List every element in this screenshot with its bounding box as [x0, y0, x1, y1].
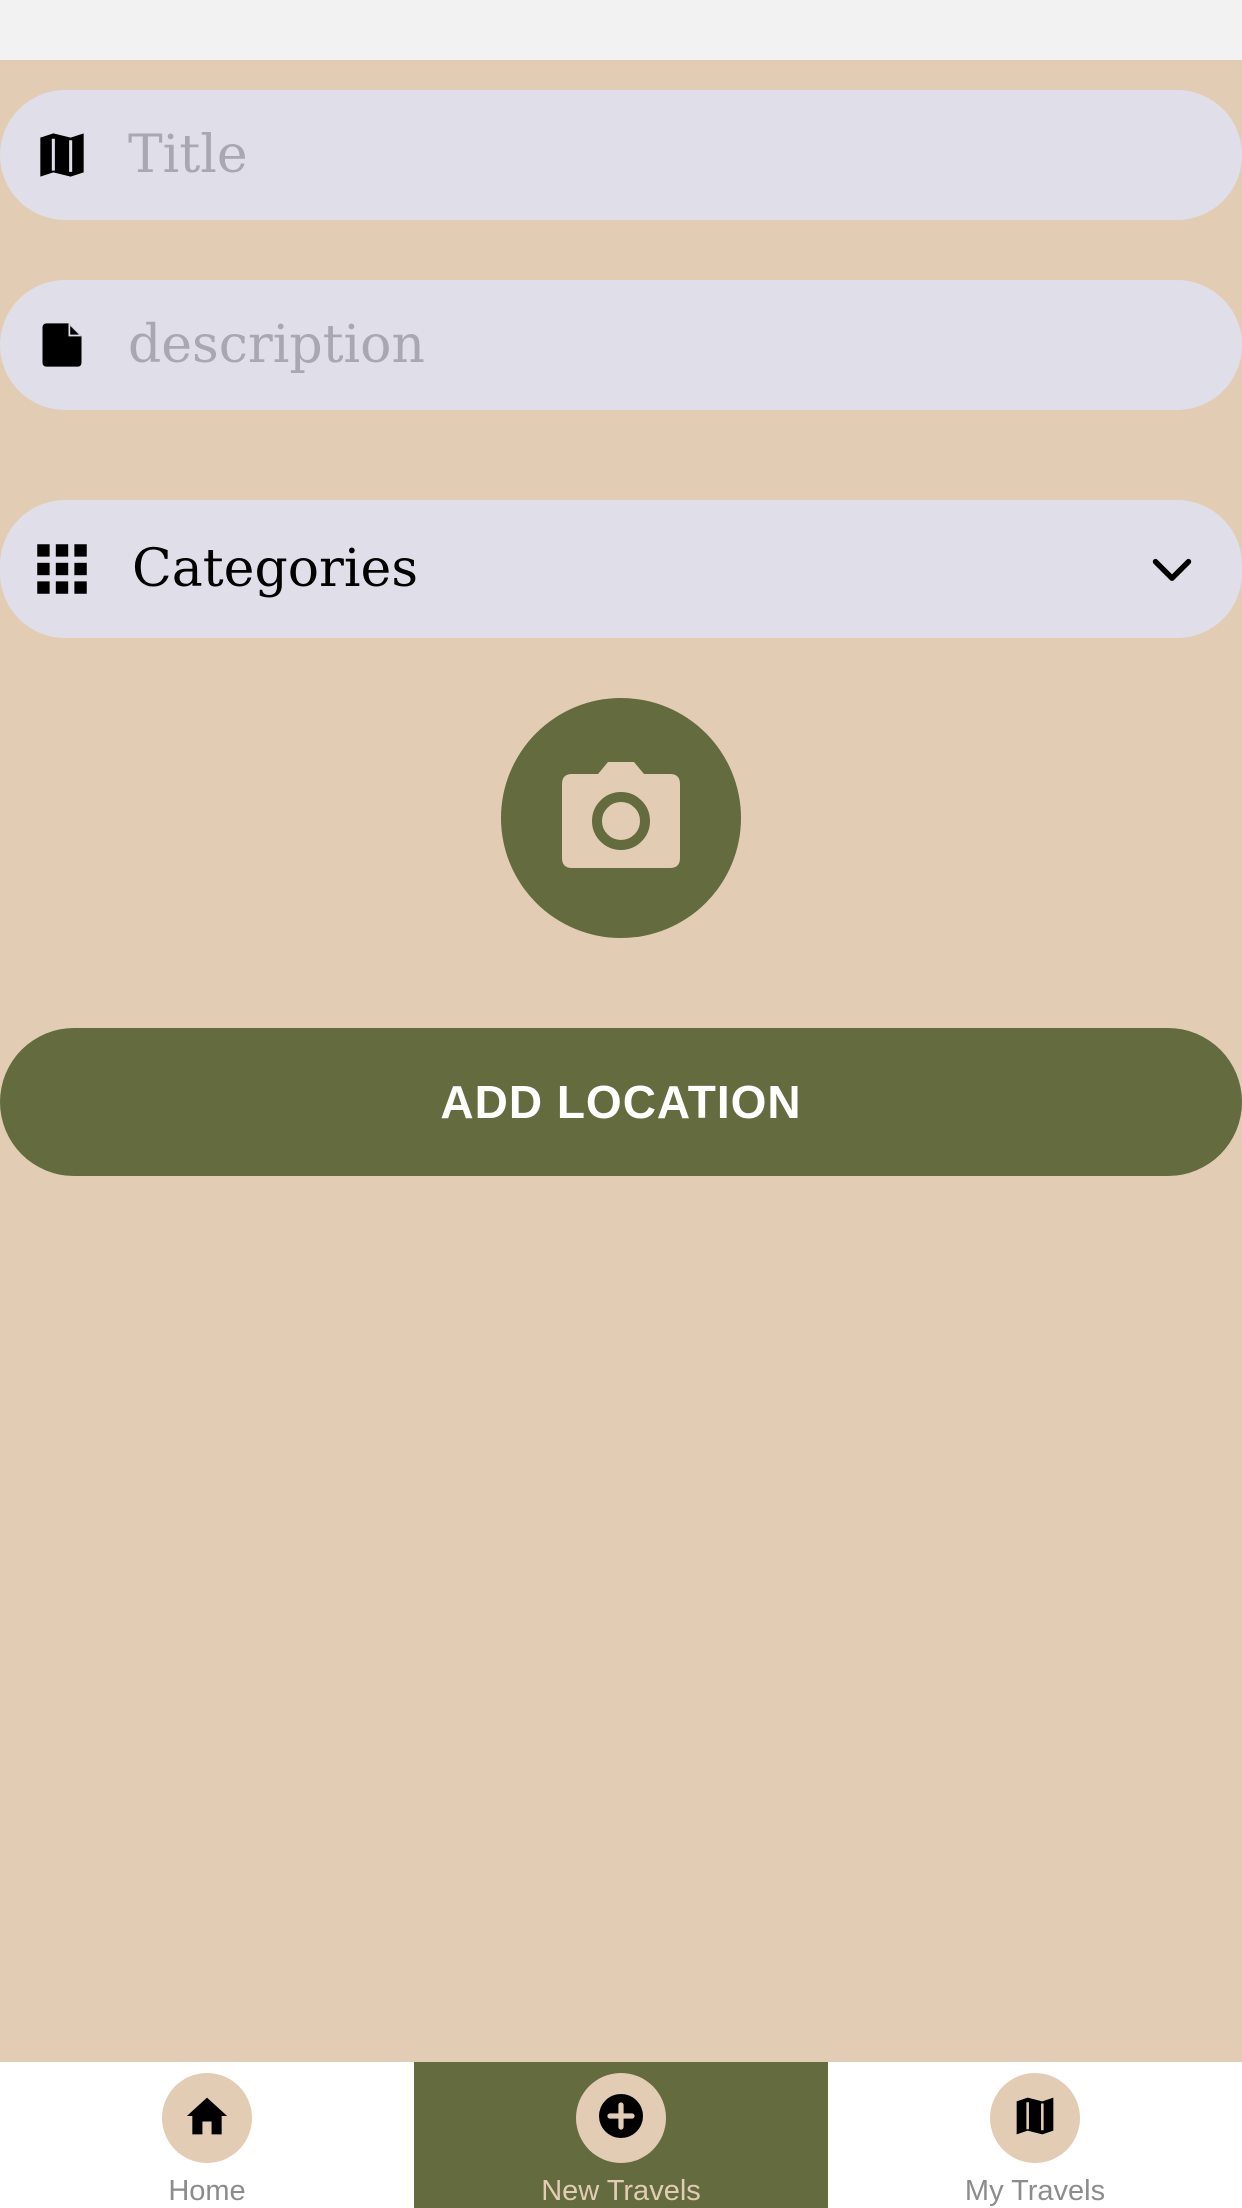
tab-icon-circle — [576, 2073, 666, 2163]
description-input[interactable] — [128, 315, 1128, 375]
tab-label: Home — [168, 2175, 246, 2207]
tab-my-travels[interactable]: My Travels — [828, 2062, 1242, 2208]
map-icon — [1013, 2094, 1057, 2143]
add-location-button[interactable]: ADD LOCATION — [0, 1028, 1242, 1176]
description-field[interactable] — [0, 280, 1242, 410]
plus-circle-icon — [597, 2092, 645, 2145]
status-bar — [0, 0, 1242, 60]
camera-button[interactable] — [501, 698, 741, 938]
map-icon — [34, 127, 90, 183]
tab-new-travels[interactable]: New Travels — [414, 2062, 828, 2208]
camera-icon — [560, 760, 682, 877]
categories-label: Categories — [132, 539, 418, 599]
title-field[interactable] — [0, 90, 1242, 220]
categories-dropdown[interactable]: Categories — [0, 500, 1242, 638]
tab-label: New Travels — [541, 2175, 701, 2207]
tab-icon-circle — [162, 2073, 252, 2163]
tab-icon-circle — [990, 2073, 1080, 2163]
tab-label: My Travels — [964, 2175, 1106, 2207]
home-icon — [185, 2094, 229, 2143]
grid-icon — [34, 541, 90, 597]
bottom-tab-bar: Home New Travels My Travels — [0, 2062, 1242, 2208]
title-input[interactable] — [128, 125, 1128, 185]
chevron-down-icon — [1148, 545, 1196, 593]
file-icon — [34, 317, 90, 373]
tab-home[interactable]: Home — [0, 2062, 414, 2208]
